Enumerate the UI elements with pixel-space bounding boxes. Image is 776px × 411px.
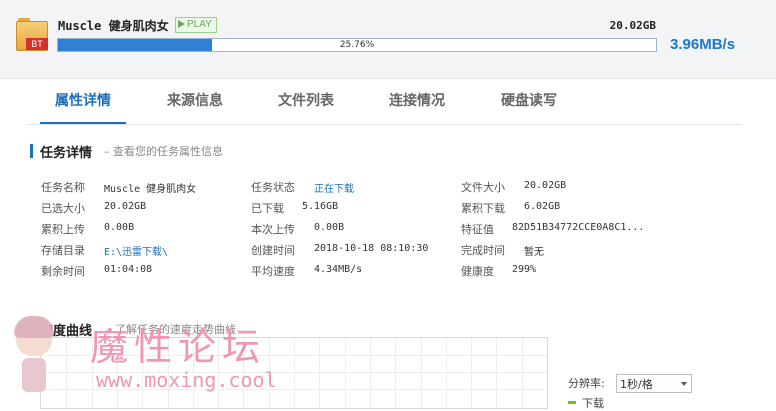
label-file-size: 文件大小 [461, 181, 505, 194]
label-selected-size: 已选大小 [41, 202, 85, 215]
label-remaining-time: 剩余时间 [41, 265, 85, 278]
chevron-down-icon [681, 382, 687, 386]
label-total-download: 累积下载 [461, 202, 505, 215]
download-progress-bar: 25.76% [57, 38, 657, 52]
speed-chart [40, 337, 548, 409]
chart-gridline [268, 338, 270, 408]
tab-disk-io[interactable]: 硬盘读写 [486, 80, 572, 122]
value-total-download: 6.02GB [524, 201, 561, 212]
value-total-upload: 0.00B [104, 222, 135, 233]
chart-gridline [445, 338, 447, 408]
chart-gridline [521, 338, 523, 408]
value-hash: 82D51B34772CCE0A8C1... [512, 222, 645, 233]
tab-properties[interactable]: 属性详情 [40, 80, 126, 124]
chart-gridline [319, 338, 321, 408]
chart-gridline [243, 338, 245, 408]
value-finish-time: 暂无 [524, 247, 544, 258]
value-avg-speed: 4.34MB/s [314, 264, 363, 275]
value-health: 299% [512, 264, 537, 275]
chart-gridline [395, 338, 397, 408]
label-session-upload: 本次上传 [251, 223, 295, 236]
value-selected-size: 20.02GB [104, 201, 147, 212]
value-created-time: 2018-10-18 08:10:30 [314, 243, 429, 254]
chart-gridline [369, 338, 371, 408]
save-dir-link[interactable]: E:\迅雷下载\ [104, 243, 168, 258]
chart-gridline [116, 338, 118, 408]
detail-tabs: 属性详情 来源信息 文件列表 连接情况 硬盘读写 [28, 80, 742, 125]
current-speed: 3.96MB/s [670, 36, 736, 53]
label-finish-time: 完成时间 [461, 244, 505, 257]
task-details-subtitle: – 查看您的任务属性信息 [104, 145, 223, 158]
play-icon [178, 20, 185, 28]
resolution-value: 1秒/格 [620, 378, 653, 391]
download-legend: 下载 [568, 395, 604, 411]
chart-gridline [496, 338, 498, 408]
chart-gridline [192, 338, 194, 408]
chart-gridline [471, 338, 473, 408]
task-title: Muscle 健身肌肉女 [58, 19, 169, 33]
label-downloaded: 已下载 [251, 202, 284, 215]
value-remaining-time: 01:04:08 [104, 264, 153, 275]
chart-gridline [41, 372, 547, 373]
progress-percent: 25.76% [339, 40, 375, 50]
tab-connections[interactable]: 连接情况 [374, 80, 460, 122]
label-avg-speed: 平均速度 [251, 265, 295, 278]
chart-gridline [41, 355, 547, 356]
tab-sources[interactable]: 来源信息 [152, 80, 238, 122]
label-task-name: 任务名称 [41, 181, 85, 194]
value-session-upload: 0.00B [314, 222, 345, 233]
label-health: 健康度 [461, 265, 494, 278]
resolution-select[interactable]: 1秒/格 [616, 374, 692, 393]
label-save-dir: 存储目录 [41, 244, 85, 257]
chart-gridline [344, 338, 346, 408]
bt-icon-label: BT [26, 38, 48, 50]
chart-gridline [41, 389, 547, 390]
play-button[interactable]: PLAY [175, 17, 217, 33]
value-task-status: 正在下载 [314, 184, 354, 195]
chart-gridline [167, 338, 169, 408]
chart-gridline [91, 338, 93, 408]
chart-gridline [66, 338, 68, 408]
chart-gridline [294, 338, 295, 408]
chart-gridline [218, 338, 220, 408]
label-hash: 特征值 [461, 223, 494, 236]
task-header: BT Muscle 健身肌肉女 PLAY 20.02GB 25.76% 3.96… [0, 0, 776, 79]
chart-gridline [142, 338, 144, 408]
download-legend-label: 下载 [582, 397, 604, 410]
task-details-title: 任务详情 [40, 146, 93, 161]
play-label: PLAY [187, 19, 212, 30]
value-file-size: 20.02GB [524, 180, 567, 191]
total-size: 20.02GB [609, 19, 656, 32]
bt-file-icon: BT [16, 18, 48, 52]
label-created-time: 创建时间 [251, 244, 295, 257]
label-total-upload: 累积上传 [41, 223, 85, 236]
value-task-name: Muscle 健身肌肉女 [104, 184, 197, 195]
chart-gridline [420, 338, 422, 408]
resolution-label: 分辨率: [568, 377, 605, 390]
speed-curve-subtitle: – 了解任务的速度走势曲线 [106, 323, 236, 336]
tab-file-list[interactable]: 文件列表 [263, 80, 349, 122]
label-task-status: 任务状态 [251, 181, 295, 194]
value-downloaded: 5.16GB [302, 201, 339, 212]
